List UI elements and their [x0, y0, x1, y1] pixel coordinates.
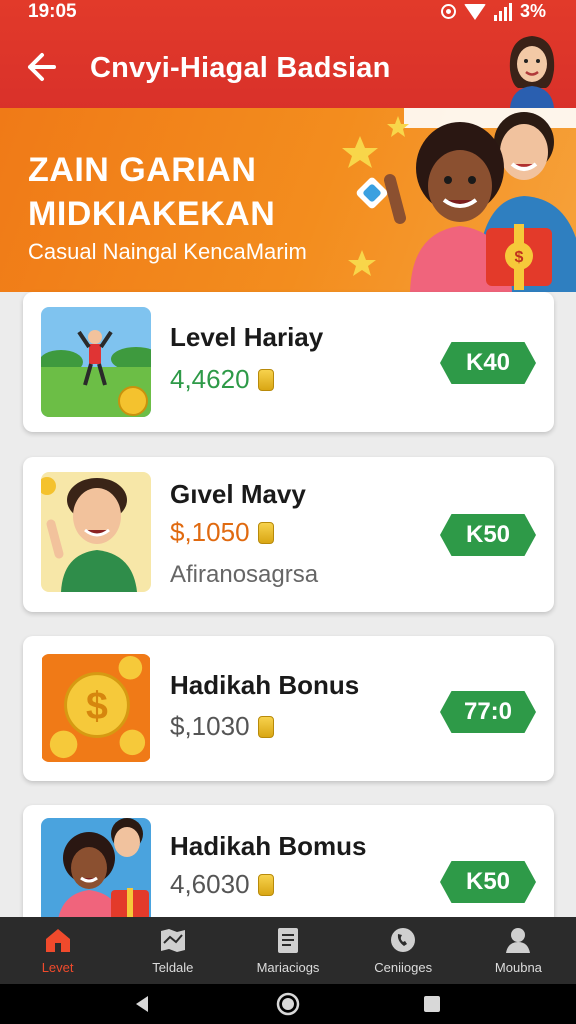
back-arrow-icon[interactable]: [24, 50, 58, 84]
banner-headline-line2: MIDKIAKEKAN: [28, 195, 276, 233]
nav-item-ceniioges[interactable]: Ceniioges: [346, 917, 461, 984]
bonus-coins-thumbnail: $: [42, 654, 150, 762]
nav-label: Ceniioges: [374, 960, 433, 975]
item-title: Level Hariay: [170, 322, 324, 352]
reward-button[interactable]: 77:0: [440, 691, 536, 733]
item-amount-value: 4,6030: [170, 869, 250, 899]
item-amount-value: $,1050: [170, 517, 250, 547]
profile-icon: [506, 928, 531, 953]
item-amount: $,1050: [170, 517, 274, 548]
nav-label: Teldale: [152, 960, 194, 975]
nav-item-level[interactable]: Levet: [0, 917, 115, 984]
coin-icon: [257, 715, 274, 738]
user-avatar[interactable]: [500, 30, 564, 108]
item-title: Hadikah Bonus: [170, 670, 360, 700]
app-header: 19:05 3% Cnvyi-Hiagal Badsian: [0, 0, 576, 108]
map-icon: [160, 929, 185, 952]
reward-button[interactable]: K50: [440, 861, 536, 903]
bonus-characters-thumbnail: [41, 818, 151, 928]
document-icon: [278, 928, 298, 953]
battery-level: 3%: [519, 1, 546, 21]
svg-text:$: $: [515, 249, 524, 266]
item-amount-value: $,1030: [170, 711, 250, 741]
system-home-icon[interactable]: [276, 992, 300, 1016]
item-title: Hadikah Bomus: [170, 831, 367, 861]
list-item[interactable]: $ Hadikah Bonus $,1030 77:0: [23, 636, 554, 781]
svg-text:$: $: [86, 684, 108, 728]
reward-button[interactable]: K50: [440, 514, 536, 556]
nav-label: Moubna: [494, 960, 542, 975]
signal-icon: [493, 2, 512, 21]
coin-icon: [257, 873, 274, 896]
home-icon: [45, 929, 70, 952]
bottom-navigation: Levet Teldale Mariaciogs Ceniioges Moubn…: [0, 917, 576, 984]
item-amount-value: 4,4620: [170, 364, 250, 394]
list-item[interactable]: Gıvel Mavy $,1050 Afiranosagrsa K50: [23, 457, 554, 612]
location-icon: [440, 4, 456, 19]
nav-item-teldale[interactable]: Teldale: [115, 917, 230, 984]
status-icons: 3%: [440, 1, 546, 22]
phone-icon: [391, 928, 416, 952]
item-amount: 4,6030: [170, 869, 274, 900]
nav-item-moubna[interactable]: Moubna: [461, 917, 576, 984]
system-recents-icon[interactable]: [422, 994, 442, 1014]
game-thumbnail-character: [41, 472, 151, 592]
list-item[interactable]: Level Hariay 4,4620 K40: [23, 292, 554, 432]
banner-headline: ZAIN GARIAN MIDKIAKEKAN: [28, 148, 275, 236]
banner-characters-illustration: $: [342, 108, 576, 292]
nav-label: Mariaciogs: [256, 960, 320, 975]
banner-headline-line1: ZAIN GARIAN: [28, 151, 257, 189]
system-back-icon[interactable]: [132, 994, 152, 1014]
item-amount: $,1030: [170, 711, 274, 742]
reward-button[interactable]: K40: [440, 342, 536, 384]
nav-item-mariaciogs[interactable]: Mariaciogs: [230, 917, 345, 984]
coin-icon: [257, 521, 274, 544]
item-amount: 4,4620: [170, 364, 274, 395]
coin-icon: [257, 368, 274, 391]
item-subtitle: Afiranosagrsa: [170, 561, 319, 588]
game-thumbnail-field: [41, 307, 151, 417]
system-navigation-bar: [0, 984, 576, 1024]
nav-label: Levet: [41, 960, 74, 975]
status-time: 19:05: [28, 1, 77, 22]
status-bar: 19:05 3%: [0, 0, 576, 26]
wifi-icon: [463, 3, 486, 20]
promo-banner[interactable]: ZAIN GARIAN MIDKIAKEKAN Casual Naingal K…: [0, 108, 576, 292]
banner-subtitle: Casual Naingal KencaMarim: [28, 239, 307, 264]
page-title: Cnvyi-Hiagal Badsian: [90, 52, 391, 84]
item-title: Gıvel Mavy: [170, 479, 306, 509]
